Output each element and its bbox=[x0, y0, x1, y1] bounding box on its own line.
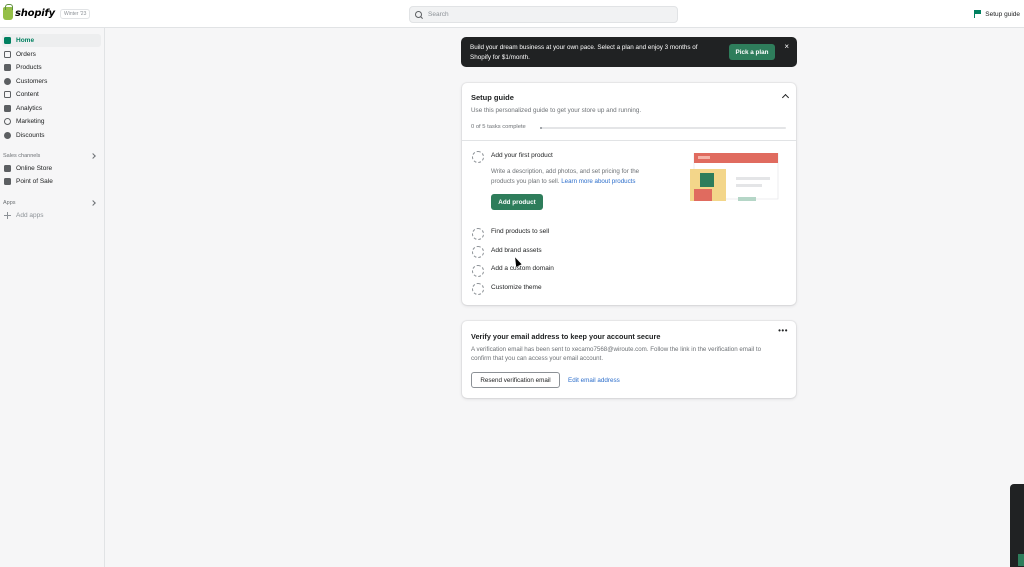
shopify-bag-icon bbox=[3, 4, 13, 20]
chevron-up-icon[interactable] bbox=[781, 93, 790, 102]
verify-title: Verify your email address to keep your a… bbox=[471, 332, 661, 341]
task-checkbox[interactable] bbox=[472, 246, 484, 258]
setup-guide-title: Setup guide bbox=[471, 93, 514, 102]
pos-icon bbox=[4, 178, 11, 185]
close-icon[interactable]: × bbox=[784, 43, 789, 51]
top-bar: shopify Winter '23 Search Setup guide bbox=[0, 0, 1024, 28]
popup-button[interactable] bbox=[1018, 554, 1024, 566]
chevron-right-icon bbox=[90, 153, 96, 159]
sidebar-item-products[interactable]: Products bbox=[2, 61, 101, 74]
task-checkbox[interactable] bbox=[472, 265, 484, 277]
partial-popup[interactable] bbox=[1010, 484, 1024, 567]
plus-icon bbox=[4, 212, 11, 219]
progress-text: 0 of 5 tasks complete bbox=[471, 124, 526, 130]
sidebar-item-discounts[interactable]: Discounts bbox=[2, 129, 101, 142]
sidebar-item-marketing[interactable]: Marketing bbox=[2, 115, 101, 128]
sidebar-item-label: Products bbox=[16, 64, 42, 71]
setup-guide-button[interactable]: Setup guide bbox=[974, 10, 1020, 18]
setup-guide-card: Setup guide Use this personalized guide … bbox=[462, 83, 796, 305]
home-icon bbox=[4, 37, 11, 44]
search-placeholder: Search bbox=[428, 11, 449, 18]
sidebar-item-label: Online Store bbox=[16, 165, 53, 172]
sales-channels-label: Sales channels bbox=[3, 153, 41, 159]
sidebar-item-label: Home bbox=[16, 37, 35, 44]
verify-description: A verification email has been sent to xe… bbox=[471, 346, 762, 362]
tag-icon bbox=[4, 64, 11, 71]
shopify-logo[interactable]: shopify Winter '23 bbox=[3, 4, 91, 20]
sidebar-item-label: Marketing bbox=[16, 118, 45, 125]
sidebar-item-label: Content bbox=[16, 91, 39, 98]
sidebar-item-analytics[interactable]: Analytics bbox=[2, 102, 101, 115]
edition-badge: Winter '23 bbox=[60, 8, 91, 19]
sidebar-item-customers[interactable]: Customers bbox=[2, 75, 101, 88]
plan-banner: Build your dream business at your own pa… bbox=[461, 37, 797, 67]
sidebar-item-label: Discounts bbox=[16, 132, 45, 139]
sidebar: Home Orders Products Customers Content A… bbox=[0, 28, 105, 567]
setup-guide-label: Setup guide bbox=[985, 10, 1020, 18]
chevron-right-icon bbox=[90, 200, 96, 206]
search-icon bbox=[415, 10, 423, 19]
content-icon bbox=[4, 91, 11, 98]
apps-section[interactable]: Apps bbox=[3, 200, 96, 206]
task-checkbox[interactable] bbox=[472, 151, 484, 163]
sales-channels-section[interactable]: Sales channels bbox=[3, 153, 96, 159]
task-title[interactable]: Add a custom domain bbox=[491, 265, 554, 272]
bar-chart-icon bbox=[4, 105, 11, 112]
product-illustration bbox=[690, 153, 779, 201]
discount-icon bbox=[4, 132, 11, 139]
flag-icon bbox=[974, 10, 982, 18]
sidebar-item-label: Point of Sale bbox=[16, 178, 53, 185]
person-icon bbox=[4, 78, 11, 85]
sidebar-item-label: Analytics bbox=[16, 105, 43, 112]
task-title[interactable]: Add your first product bbox=[491, 152, 553, 159]
banner-text: Build your dream business at your own pa… bbox=[470, 44, 698, 61]
search-input[interactable]: Search bbox=[409, 6, 678, 23]
store-icon bbox=[4, 165, 11, 172]
task-title[interactable]: Add brand assets bbox=[491, 247, 542, 254]
orders-icon bbox=[4, 51, 11, 58]
pick-a-plan-button[interactable]: Pick a plan bbox=[729, 44, 775, 60]
add-product-button[interactable]: Add product bbox=[491, 194, 543, 210]
divider bbox=[462, 140, 796, 141]
sidebar-item-point-of-sale[interactable]: Point of Sale bbox=[2, 175, 101, 188]
sidebar-item-label: Add apps bbox=[16, 212, 44, 219]
sidebar-item-online-store[interactable]: Online Store bbox=[2, 162, 101, 175]
apps-label: Apps bbox=[3, 200, 16, 206]
sidebar-item-orders[interactable]: Orders bbox=[2, 48, 101, 61]
sidebar-item-content[interactable]: Content bbox=[2, 88, 101, 101]
edit-email-link[interactable]: Edit email address bbox=[568, 377, 620, 384]
sidebar-item-add-apps[interactable]: Add apps bbox=[2, 209, 101, 222]
target-icon bbox=[4, 118, 11, 125]
resend-verification-button[interactable]: Resend verification email bbox=[471, 372, 560, 388]
sidebar-item-home[interactable]: Home bbox=[2, 34, 101, 47]
more-actions-icon[interactable]: ••• bbox=[778, 326, 788, 335]
task-title[interactable]: Find products to sell bbox=[491, 228, 549, 235]
progress-bar bbox=[540, 127, 786, 129]
progress-fill bbox=[540, 127, 543, 129]
task-checkbox[interactable] bbox=[472, 228, 484, 240]
task-description: Write a description, add photos, and set… bbox=[491, 167, 661, 186]
sidebar-item-label: Customers bbox=[16, 78, 48, 85]
verify-email-card: ••• Verify your email address to keep yo… bbox=[462, 321, 796, 398]
learn-more-link[interactable]: Learn more about products bbox=[561, 178, 635, 185]
sidebar-item-label: Orders bbox=[16, 51, 36, 58]
task-checkbox[interactable] bbox=[472, 283, 484, 295]
setup-guide-description: Use this personalized guide to get your … bbox=[471, 107, 642, 114]
logo-text: shopify bbox=[15, 8, 55, 19]
task-title[interactable]: Customize theme bbox=[491, 284, 542, 291]
